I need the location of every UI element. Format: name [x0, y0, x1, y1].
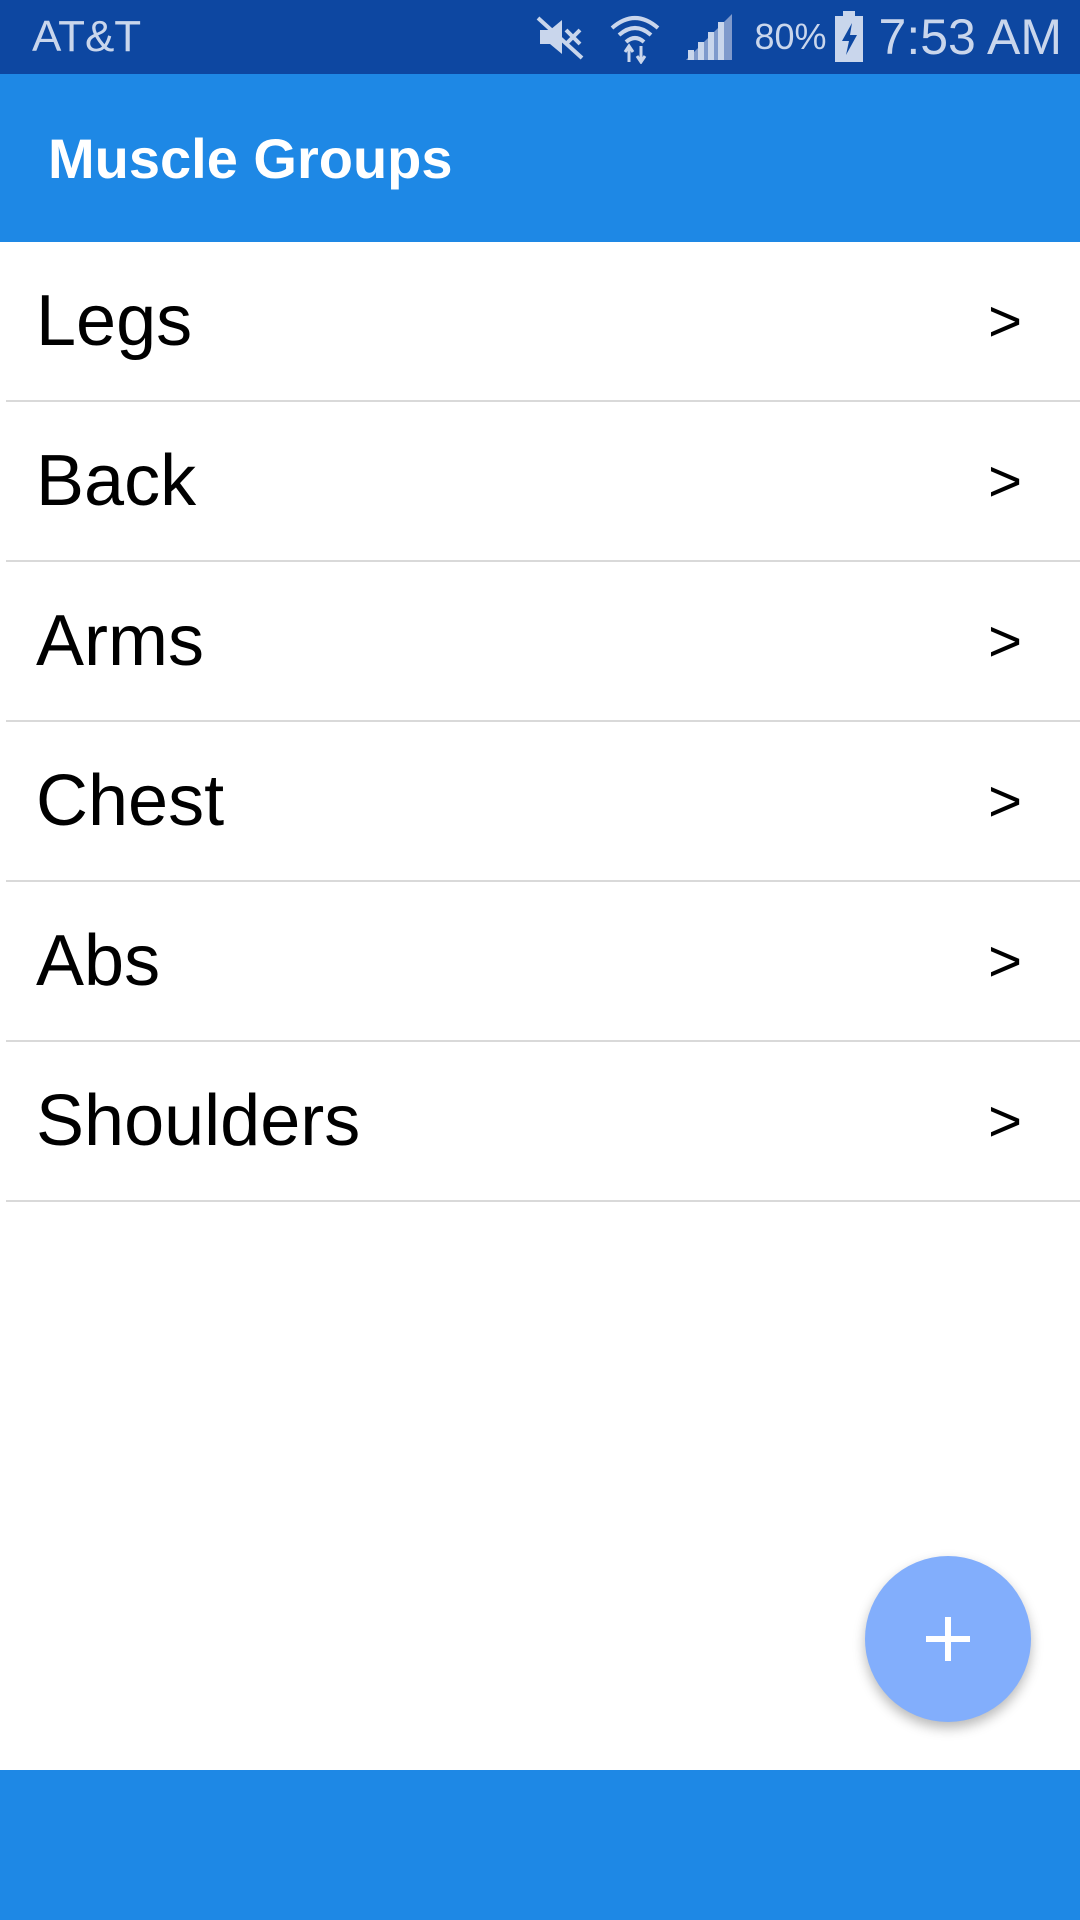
list-item-label: Arms — [36, 601, 204, 681]
signal-icon — [684, 12, 734, 62]
chevron-right-icon: > — [988, 608, 1022, 674]
list-item-label: Chest — [36, 761, 225, 841]
bottom-bar — [0, 1770, 1080, 1920]
chevron-right-icon: > — [988, 928, 1022, 994]
chevron-right-icon: > — [988, 448, 1022, 514]
clock: 7:53 AM — [878, 9, 1062, 65]
status-icons: 80% 7:53 AM — [512, 8, 1062, 66]
add-muscle-group-button[interactable] — [865, 1556, 1031, 1722]
plus-icon — [924, 1615, 972, 1663]
list-item-arms[interactable]: Arms > — [6, 562, 1080, 722]
battery-charging-icon — [833, 11, 865, 63]
list-item-legs[interactable]: Legs > — [6, 242, 1080, 402]
chevron-right-icon: > — [988, 288, 1022, 354]
list-item-label: Shoulders — [36, 1081, 361, 1161]
list-item-back[interactable]: Back > — [6, 402, 1080, 562]
carrier-name: AT&T — [32, 12, 142, 61]
list-item-label: Abs — [36, 921, 161, 1001]
battery-percent: 80% — [754, 16, 827, 57]
wifi-icon — [608, 10, 662, 64]
status-bar: AT&T 80% 7:53 AM — [0, 0, 1080, 74]
app-bar: Muscle Groups — [0, 74, 1080, 242]
chevron-right-icon: > — [988, 1088, 1022, 1154]
mute-icon — [534, 14, 586, 60]
page-title: Muscle Groups — [48, 126, 453, 190]
list-item-abs[interactable]: Abs > — [6, 882, 1080, 1042]
muscle-group-list: Legs > Back > Arms > Chest > Abs > Shoul… — [6, 242, 1080, 1202]
list-item-chest[interactable]: Chest > — [6, 722, 1080, 882]
chevron-right-icon: > — [988, 768, 1022, 834]
list-item-label: Back — [36, 441, 197, 521]
list-item-label: Legs — [36, 281, 193, 361]
list-item-shoulders[interactable]: Shoulders > — [6, 1042, 1080, 1202]
